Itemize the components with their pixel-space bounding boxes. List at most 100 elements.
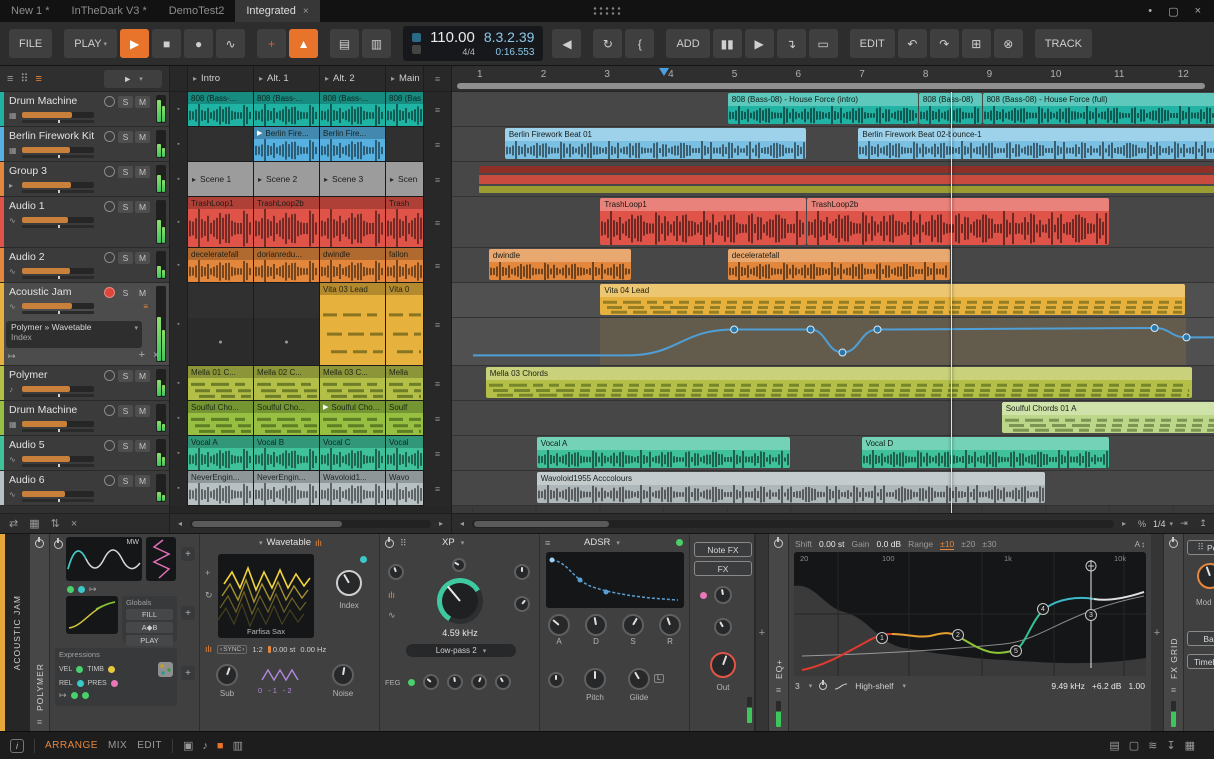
arranger-clip[interactable]: dwindle — [488, 249, 632, 280]
grid-display-icon[interactable]: ▦ — [29, 517, 39, 530]
filter-mode-dropdown[interactable]: Low-pass 2 ▾ — [406, 644, 516, 657]
track-button[interactable]: TRACK — [1034, 29, 1093, 58]
eq-band-handle-1[interactable]: 1 — [876, 632, 888, 644]
mute-button[interactable]: M — [135, 370, 150, 382]
clip-stop-button[interactable]: ▪ — [170, 283, 188, 366]
index-mod-dot[interactable] — [360, 556, 367, 563]
volume-fader[interactable] — [22, 491, 94, 497]
scroll-left-button[interactable]: ◂ — [173, 519, 187, 528]
add-mapping-button[interactable]: + — [139, 349, 145, 361]
clip-slot[interactable]: Mella 03 C... — [320, 366, 386, 401]
eq-auto-gain-icon[interactable]: A ↕ — [1135, 540, 1145, 549]
cutoff-knob[interactable] — [437, 578, 483, 624]
mute-button[interactable]: M — [135, 440, 150, 452]
mute-button[interactable]: M — [135, 252, 150, 264]
solo-button[interactable]: S — [118, 475, 133, 487]
scene-header-cell[interactable]: ▸ Intro — [188, 66, 254, 91]
track-header-row[interactable]: Berlin Firework Kit ▦ S M — [0, 127, 169, 162]
env-menu-icon[interactable]: ≡ — [545, 538, 550, 548]
clip-slot[interactable]: Vita 03 Lead — [320, 283, 386, 366]
solo-button[interactable]: S — [118, 96, 133, 108]
arranger-lane[interactable] — [452, 162, 1214, 197]
band-gain-value[interactable]: +6.2 dB — [1092, 681, 1122, 691]
info-button[interactable]: i — [10, 738, 24, 753]
clip-slot[interactable]: ▶ Berlin Fire... — [254, 127, 320, 162]
volume-fader[interactable] — [22, 303, 94, 309]
undo-button[interactable]: ↶ — [897, 29, 927, 58]
launcher-row-options[interactable]: ≡ — [424, 92, 451, 127]
clip-slot[interactable]: NeverEngin... — [188, 471, 254, 506]
mute-button[interactable]: M — [135, 131, 150, 143]
add-modulator-button[interactable]: + — [181, 547, 195, 561]
device-power-icon[interactable] — [35, 536, 44, 548]
fx-mix-knob[interactable] — [714, 618, 732, 636]
launcher-row-options[interactable]: ≡ — [424, 283, 451, 366]
zoom-fit-icon[interactable]: ↥ — [1195, 518, 1211, 529]
filter-type-header[interactable]: XP ▾ — [442, 537, 464, 548]
filter-keytrack-icon[interactable]: ılı — [388, 590, 395, 600]
inspector-panel-icon[interactable]: ▢ — [1129, 740, 1139, 752]
automation-point[interactable] — [1182, 333, 1191, 342]
grid-resolution-control[interactable]: 1/4 ▾ — [1153, 519, 1173, 529]
track-header-row[interactable]: Group 3 ▸ S M — [0, 162, 169, 197]
arranger-clip[interactable]: Vita 04 Lead — [600, 284, 1186, 315]
play-mode-button[interactable]: PLAY — [126, 635, 173, 646]
browser-panel-icon[interactable]: ▤ — [1109, 740, 1119, 752]
arranger-lane[interactable] — [452, 318, 1214, 366]
play-button[interactable]: ▶ — [120, 29, 150, 58]
device-menu-icon[interactable]: ≡ — [776, 685, 781, 695]
solo-button[interactable]: S — [118, 440, 133, 452]
project-tab-active[interactable]: Integrated × — [235, 0, 320, 22]
glide-legato-badge[interactable]: L — [654, 674, 664, 683]
solo-button[interactable]: S — [118, 131, 133, 143]
loop-button[interactable]: ↻ — [593, 29, 623, 58]
resonance-knob[interactable] — [452, 558, 466, 572]
io-panel-icon[interactable]: ↧ — [1166, 740, 1175, 752]
scene-options-icon[interactable]: ≡ — [424, 66, 451, 91]
mute-button[interactable]: M — [135, 201, 150, 213]
mute-button[interactable]: M — [135, 287, 150, 299]
arranger-scroll-thumb[interactable] — [474, 520, 609, 527]
pan-control[interactable] — [22, 429, 94, 432]
spread-icon[interactable]: ılı — [205, 644, 212, 654]
clip-slot[interactable]: dwindle — [320, 248, 386, 283]
noise-knob[interactable] — [332, 664, 354, 686]
tempo-value[interactable]: 110.00 — [430, 30, 475, 45]
follow-playhead-icon[interactable]: ⇥ — [1176, 518, 1192, 529]
track-header-row[interactable]: Audio 5 ∿ S M — [0, 436, 169, 471]
timb-expression[interactable]: TIMB — [87, 666, 104, 673]
arranger-lane[interactable]: Vita 04 Lead — [452, 283, 1214, 318]
feg-attack-knob[interactable] — [423, 674, 440, 690]
launcher-row-options[interactable]: ≡ — [424, 471, 451, 506]
clip-slot[interactable]: ▸ Scene 3 — [320, 162, 386, 197]
clip-slot[interactable] — [320, 197, 386, 248]
record-arm-button[interactable] — [104, 370, 115, 381]
filter-env-amount-knob[interactable] — [514, 596, 530, 612]
scroll-right-button[interactable]: ▸ — [1117, 519, 1131, 528]
clip-slot[interactable]: Soulful Cho... — [188, 401, 254, 436]
envelope-display[interactable] — [546, 552, 684, 608]
clip-slot[interactable]: ▸ Scene 2 — [254, 162, 320, 197]
stop-button[interactable]: ■ — [152, 29, 182, 58]
clip-slot[interactable]: 808 (Bass-... — [320, 92, 386, 127]
pan-control[interactable] — [22, 394, 94, 397]
play-start-marker[interactable] — [659, 68, 670, 76]
device-menu-icon[interactable]: ≡ — [37, 717, 42, 727]
sync-badge[interactable]: ‹ SYNC › — [217, 644, 248, 654]
scene-header-cell[interactable]: ▸ Alt. 2 — [320, 66, 386, 91]
clear-icon[interactable]: × — [71, 518, 77, 530]
arranger-clip[interactable]: Berlin Firework Beat 01 — [504, 128, 807, 159]
clip-slot[interactable]: Vocal A — [188, 436, 254, 471]
clip-slot[interactable]: 808 (Bas — [386, 92, 424, 127]
timeline-zoom-handle[interactable] — [457, 83, 1205, 89]
solo-button[interactable]: S — [118, 252, 133, 264]
volume-fader[interactable] — [22, 147, 94, 153]
modulator-power-icon[interactable] — [54, 537, 63, 549]
gain-value[interactable]: 0.0 dB — [877, 539, 902, 549]
launcher-scroll-track[interactable] — [190, 519, 431, 528]
window-maximize-icon[interactable]: ▢ — [1168, 5, 1178, 18]
record-arm-button[interactable] — [104, 287, 115, 298]
sustain-knob[interactable] — [622, 614, 644, 636]
clip-slot[interactable]: Soulf — [386, 401, 424, 436]
bar-length-button[interactable]: Bar — [1187, 631, 1214, 646]
